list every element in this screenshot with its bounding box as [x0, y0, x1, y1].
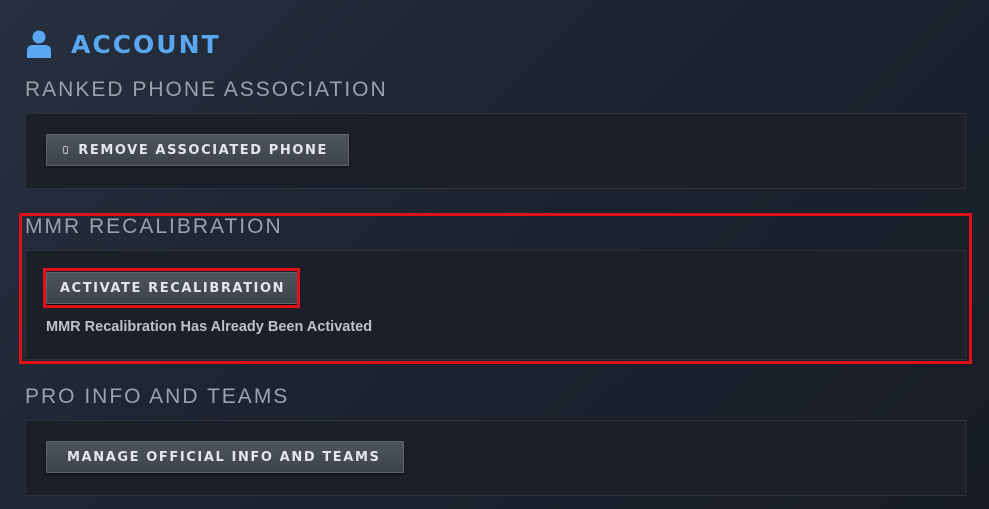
phone-icon: [63, 146, 69, 154]
user-icon: [27, 30, 51, 58]
activate-recalibration-label: ACTIVATE RECALIBRATION: [59, 280, 286, 296]
manage-official-info-button[interactable]: MANAGE OFFICIAL INFO AND TEAMS: [46, 441, 404, 473]
remove-associated-phone-label: REMOVE ASSOCIATED PHONE: [78, 142, 328, 158]
ranked-phone-section-title: RANKED PHONE ASSOCIATION: [25, 78, 388, 101]
page-title: ACCOUNT: [71, 29, 221, 59]
remove-associated-phone-button[interactable]: REMOVE ASSOCIATED PHONE: [46, 134, 349, 166]
account-header: ACCOUNT: [27, 28, 221, 60]
pro-info-panel: MANAGE OFFICIAL INFO AND TEAMS: [25, 420, 966, 496]
ranked-phone-panel: REMOVE ASSOCIATED PHONE: [25, 113, 966, 189]
recalibration-status-text: MMR Recalibration Has Already Been Activ…: [46, 319, 373, 335]
mmr-recalibration-panel: ACTIVATE RECALIBRATION MMR Recalibration…: [25, 250, 966, 360]
pro-info-section-title: PRO INFO AND TEAMS: [25, 385, 290, 408]
mmr-recalibration-section-title: MMR RECALIBRATION: [25, 215, 283, 238]
activate-recalibration-button[interactable]: ACTIVATE RECALIBRATION: [46, 272, 299, 304]
manage-official-info-label: MANAGE OFFICIAL INFO AND TEAMS: [67, 449, 381, 465]
